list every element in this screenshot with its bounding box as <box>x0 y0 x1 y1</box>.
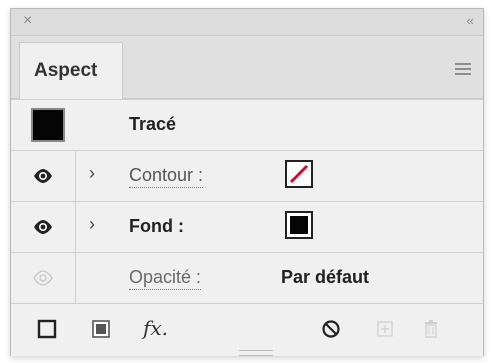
stroke-row[interactable]: › Contour : <box>11 151 483 202</box>
chevron-right-icon[interactable]: › <box>89 163 95 184</box>
stroke-swatch[interactable] <box>285 160 313 188</box>
fill-swatch[interactable] <box>285 211 313 239</box>
none-slash-icon <box>289 164 309 184</box>
opacity-label[interactable]: Opacité : <box>129 267 202 290</box>
collapse-icon[interactable]: ‹‹ <box>466 13 474 28</box>
delete-icon[interactable] <box>421 319 441 339</box>
header-row[interactable]: Tracé <box>11 99 483 151</box>
eye-icon[interactable] <box>33 168 53 184</box>
stroke-label[interactable]: Contour : <box>129 165 204 188</box>
panel-footer: fx. <box>11 306 483 356</box>
new-stroke-icon[interactable] <box>37 319 57 339</box>
opacity-row[interactable]: Opacité : Par défaut <box>11 253 483 304</box>
fill-label[interactable]: Fond : <box>129 216 184 237</box>
clear-appearance-icon[interactable] <box>321 319 341 339</box>
duplicate-icon[interactable] <box>375 319 395 339</box>
tab-bar: Aspect <box>11 36 483 99</box>
new-fill-icon[interactable] <box>91 319 111 339</box>
tab-aspect[interactable]: Aspect <box>19 42 123 99</box>
resize-grip[interactable] <box>239 350 273 356</box>
fx-icon[interactable]: fx. <box>143 316 168 340</box>
object-title: Tracé <box>129 114 177 134</box>
fill-row[interactable]: › Fond : <box>11 202 483 253</box>
panel-titlebar: × ‹‹ <box>11 9 483 36</box>
eye-icon[interactable] <box>33 219 53 235</box>
close-icon[interactable]: × <box>23 13 32 29</box>
opacity-value[interactable]: Par défaut <box>281 267 369 288</box>
panel-menu-icon[interactable] <box>455 63 471 75</box>
chevron-right-icon[interactable]: › <box>89 214 95 235</box>
appearance-panel: × ‹‹ Aspect Tracé › Contour : › Fond: O… <box>10 8 484 356</box>
eye-icon[interactable] <box>33 270 53 286</box>
appearance-list: Tracé › Contour : › Fond: Opacité: Par… <box>11 99 483 304</box>
tab-label: Aspect <box>34 60 98 81</box>
object-swatch <box>31 108 65 142</box>
